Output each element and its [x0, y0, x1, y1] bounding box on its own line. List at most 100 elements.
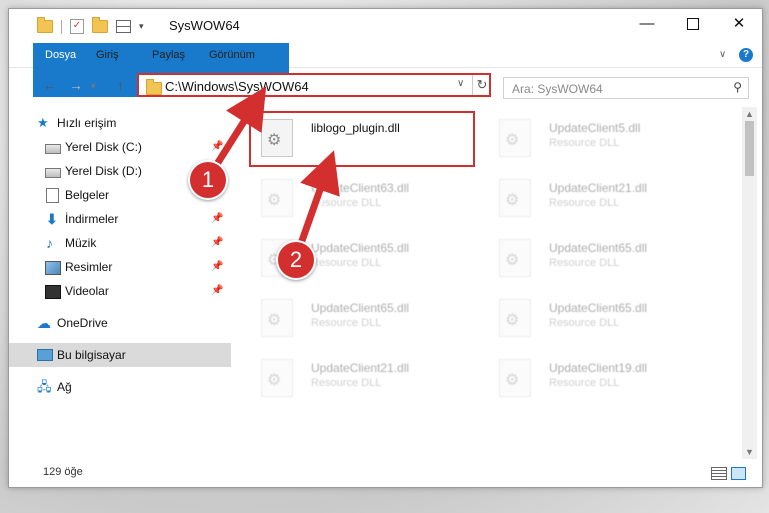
recent-locations-button[interactable]: ▾ — [91, 81, 96, 92]
folder-icon — [146, 79, 162, 95]
scroll-thumb[interactable] — [745, 121, 754, 176]
folder-icon — [37, 17, 53, 33]
sidebar-item-label: Hızlı erişim — [57, 116, 117, 130]
customize-icon[interactable] — [116, 20, 131, 33]
sidebar-item-label: Belgeler — [65, 188, 110, 202]
sidebar-item-music[interactable]: ♪ Müzik 📌 — [9, 231, 231, 255]
file-name: UpdateClient63.dll — [311, 181, 410, 195]
tab-home[interactable]: Giriş — [84, 43, 131, 67]
back-button[interactable]: ← — [43, 77, 57, 93]
forward-button[interactable]: → — [69, 77, 83, 93]
file-type: Resource DLL — [549, 317, 620, 329]
file-type: Resource DLL — [549, 257, 620, 269]
file-type: Resource DLL — [549, 377, 620, 389]
window-title: SysWOW64 — [169, 18, 240, 33]
dll-file-icon — [499, 119, 531, 157]
up-button[interactable]: ↑ — [117, 77, 124, 93]
close-button[interactable]: ✕ — [716, 9, 762, 39]
dll-file-icon — [499, 299, 531, 337]
file-name: UpdateClient65.dll — [311, 241, 410, 255]
chevron-down-icon[interactable]: ▾ — [139, 21, 144, 32]
file-item[interactable]: UpdateClient65.dll Resource DLL — [491, 291, 723, 345]
new-folder-icon[interactable] — [92, 17, 108, 33]
file-type: Resource DLL — [549, 197, 620, 209]
sidebar-item-videos[interactable]: Videolar 📌 — [9, 279, 231, 303]
navigation-pane: ★ Hızlı erişim Yerel Disk (C:) 📌 Yerel D… — [9, 107, 231, 457]
dll-file-icon — [499, 359, 531, 397]
sidebar-item-this-pc[interactable]: Bu bilgisayar — [9, 343, 231, 367]
network-icon: 🖧 — [37, 379, 52, 394]
sidebar-item-label: Yerel Disk (C:) — [65, 140, 142, 154]
expand-ribbon-icon[interactable]: ∨ — [719, 49, 726, 60]
file-item[interactable]: UpdateClient21.dll Resource DLL — [253, 351, 485, 405]
file-item[interactable]: UpdateClient5.dll Resource DLL — [491, 111, 723, 165]
properties-check-icon[interactable]: ✓ — [70, 19, 84, 34]
pin-icon[interactable]: 📌 — [211, 135, 223, 159]
file-type: Resource DLL — [311, 257, 382, 269]
pin-icon[interactable]: 📌 — [211, 255, 223, 279]
sidebar-item-label: Yerel Disk (D:) — [65, 164, 142, 178]
sidebar-item-network[interactable]: 🖧 Ağ — [9, 375, 231, 399]
ribbon-tabs: Dosya Giriş Paylaş Görünüm — [9, 43, 762, 97]
item-count: 129 öğe — [43, 466, 83, 478]
dll-file-icon — [261, 299, 293, 337]
file-name: UpdateClient5.dll — [549, 121, 641, 135]
scroll-down-icon[interactable]: ▼ — [745, 447, 754, 457]
file-type: Resource DLL — [311, 377, 382, 389]
quick-access-toolbar: ✓ ▾ — [37, 17, 144, 34]
file-item[interactable]: UpdateClient63.dll Resource DLL — [253, 171, 485, 225]
videos-icon — [45, 285, 61, 299]
address-bar[interactable]: C:\Windows\SysWOW64 ∨ ↻ — [137, 73, 491, 97]
documents-icon — [46, 188, 59, 203]
scroll-up-icon[interactable]: ▲ — [745, 109, 754, 119]
details-view-icon[interactable] — [711, 467, 727, 480]
computer-icon — [37, 349, 53, 361]
sidebar-item-downloads[interactable]: ⬇ İndirmeler 📌 — [9, 207, 231, 231]
star-icon: ★ — [37, 115, 49, 130]
dll-file-icon — [261, 179, 293, 217]
search-box[interactable]: ⚲ — [503, 77, 749, 99]
sidebar-item-pictures[interactable]: Resimler 📌 — [9, 255, 231, 279]
file-item[interactable]: UpdateClient19.dll Resource DLL — [491, 351, 723, 405]
file-item[interactable]: UpdateClient65.dll Resource DLL — [253, 291, 485, 345]
sidebar-item-label: Bu bilgisayar — [57, 348, 126, 362]
step-callout-1: 1 — [188, 160, 228, 200]
dll-file-icon — [261, 359, 293, 397]
toolbar-separator — [61, 19, 62, 34]
navigation-bar: ← → ▾ ↑ C:\Windows\SysWOW64 ∨ ↻ ⚲ — [9, 67, 762, 105]
pin-icon[interactable]: 📌 — [211, 279, 223, 303]
tab-share[interactable]: Paylaş — [140, 43, 197, 67]
minimize-button[interactable]: — — [624, 9, 670, 39]
file-name: UpdateClient21.dll — [549, 181, 648, 195]
large-icons-view-icon[interactable] — [731, 467, 746, 480]
refresh-button[interactable]: ↻ — [472, 75, 491, 95]
step-callout-2: 2 — [276, 240, 316, 280]
sidebar-item-disk-c[interactable]: Yerel Disk (C:) 📌 — [9, 135, 231, 159]
tab-view[interactable]: Görünüm — [197, 43, 267, 67]
help-icon[interactable]: ? — [739, 48, 753, 62]
file-type: Resource DLL — [311, 197, 382, 209]
sidebar-item-label: Resimler — [65, 260, 113, 274]
file-name: UpdateClient19.dll — [549, 361, 648, 375]
sidebar-item-onedrive[interactable]: ☁ OneDrive — [9, 311, 231, 335]
downloads-icon: ⬇ — [46, 211, 58, 227]
maximize-button[interactable] — [670, 9, 716, 39]
file-name: UpdateClient65.dll — [311, 301, 410, 315]
file-item[interactable]: UpdateClient65.dll Resource DLL — [491, 231, 723, 285]
dll-file-icon — [499, 179, 531, 217]
search-icon[interactable]: ⚲ — [733, 80, 742, 94]
search-input[interactable] — [510, 80, 724, 98]
file-name: UpdateClient21.dll — [311, 361, 410, 375]
pin-icon[interactable]: 📌 — [211, 231, 223, 255]
address-path[interactable]: C:\Windows\SysWOW64 — [165, 79, 309, 94]
file-type: Resource DLL — [311, 317, 382, 329]
drive-icon — [45, 168, 61, 178]
explorer-window: ✓ ▾ SysWOW64 — ✕ Dosya Giriş Paylaş Görü… — [8, 8, 763, 488]
pin-icon[interactable]: 📌 — [211, 207, 223, 231]
vertical-scrollbar[interactable]: ▲ ▼ — [742, 107, 757, 459]
address-dropdown-button[interactable]: ∨ — [457, 78, 464, 89]
file-item[interactable]: UpdateClient21.dll Resource DLL — [491, 171, 723, 225]
drive-icon — [45, 144, 61, 154]
sidebar-item-label: İndirmeler — [65, 212, 119, 226]
sidebar-item-quick-access[interactable]: ★ Hızlı erişim — [9, 111, 231, 135]
